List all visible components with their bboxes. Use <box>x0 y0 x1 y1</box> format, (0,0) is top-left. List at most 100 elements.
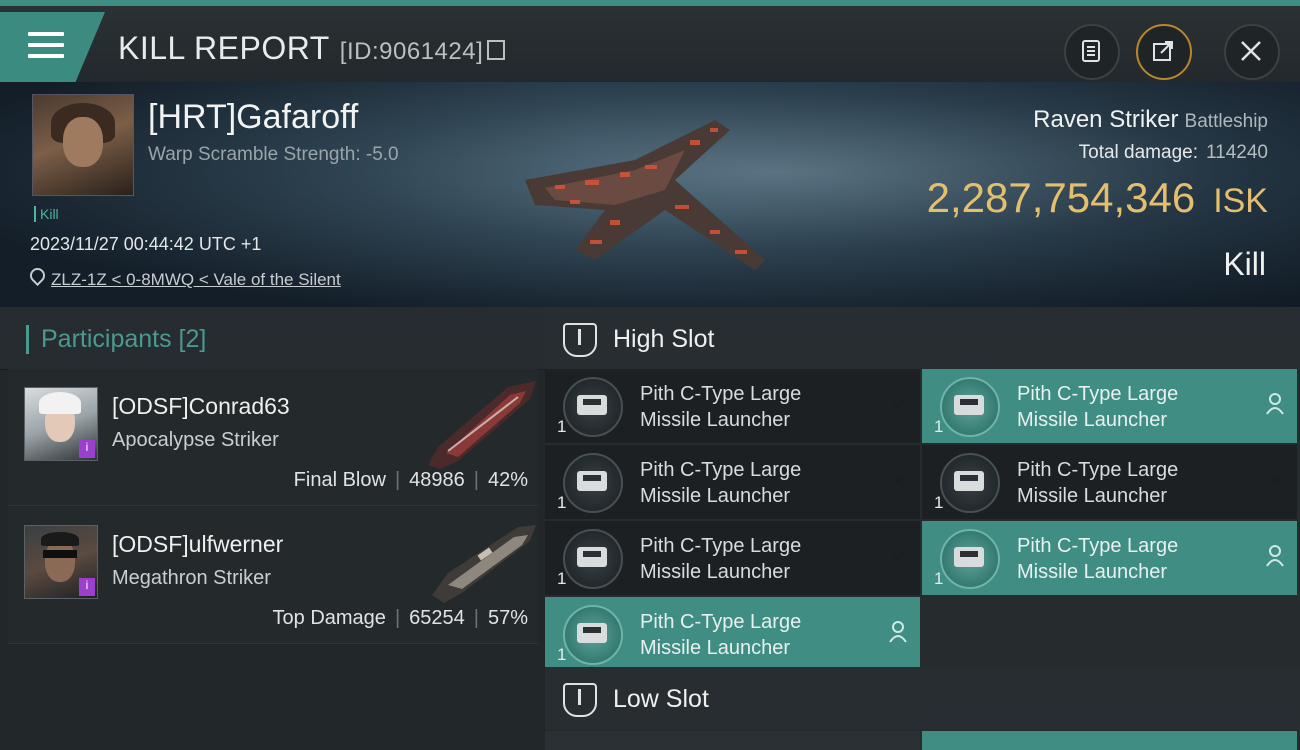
kill-datetime: 2023/11/27 00:44:42 UTC +1 <box>30 234 262 254</box>
clipboard-button[interactable] <box>1064 24 1120 80</box>
module-quantity: 1 <box>934 493 944 512</box>
module-item[interactable]: 1 Pith C-Type Large Missile Launcher <box>545 597 920 671</box>
location-pin-icon <box>26 264 49 287</box>
share-button[interactable] <box>1136 24 1192 80</box>
module-name: Pith C-Type Large Missile Launcher <box>640 611 802 659</box>
isk-value: 2,287,754,346 ISK <box>927 174 1268 222</box>
module-quantity: 1 <box>557 569 567 588</box>
module-item[interactable]: 1 Pith C-Type Large Missile Launcher ✕ <box>545 445 920 519</box>
close-icon <box>1241 41 1261 61</box>
isk-unit: ISK <box>1213 182 1268 220</box>
participant-percent: 42% <box>487 469 528 491</box>
participant-role: Final Blow <box>293 469 386 491</box>
participants-title: Participants [2] <box>26 325 206 354</box>
destroyed-icon: ✕ <box>889 469 908 494</box>
module-name: Pith C-Type Large Missile Launcher <box>1017 535 1179 583</box>
module-item[interactable]: 1 Pith C-Type Large Missile Launcher <box>922 521 1297 595</box>
participant-avatar[interactable]: i <box>24 387 98 461</box>
participant-percent: 57% <box>487 607 528 629</box>
victim-ship-class: Battleship <box>1184 111 1268 132</box>
share-icon <box>1153 41 1173 61</box>
header-bar: KILL REPORT [ID:9061424] <box>0 0 1300 88</box>
low-slot-label: Low Slot <box>613 685 709 713</box>
participants-header: Participants [2] <box>0 307 545 370</box>
module-quantity: 1 <box>934 417 944 436</box>
isk-amount: 2,287,754,346 <box>926 174 1196 221</box>
info-badge-icon[interactable]: i <box>79 578 95 596</box>
fitting-panel: High Slot 1 Pith C-Type Large Missile Lau… <box>545 307 1300 750</box>
warp-scramble-strength: Warp Scramble Strength: -5.0 <box>148 144 399 165</box>
module-quantity: 1 <box>557 417 567 436</box>
participant-stats: Final Blow | 48986 | 42% <box>293 469 528 491</box>
missile-launcher-icon <box>563 377 623 437</box>
title-text: KILL REPORT <box>118 30 330 66</box>
high-slot-icon <box>563 323 597 357</box>
victim-panel: [HRT]Gafaroff Warp Scramble Strength: -5… <box>0 82 1300 307</box>
module-name: Pith C-Type Large Missile Launcher <box>640 535 802 583</box>
close-button[interactable] <box>1224 24 1280 80</box>
participant-ship-image <box>428 381 536 469</box>
module-name: Pith C-Type Large Missile Launcher <box>1017 383 1179 431</box>
dropped-person-icon <box>1265 393 1285 421</box>
destroyed-icon: ✕ <box>889 545 908 570</box>
low-slot-module-peek[interactable] <box>545 731 920 750</box>
participants-panel: Participants [2] i [ODSF]Conrad63 Apocal… <box>0 307 545 750</box>
module-item[interactable]: 1 Pith C-Type Large Missile Launcher ✕ <box>922 445 1297 519</box>
module-name: Pith C-Type Large Missile Launcher <box>640 459 802 507</box>
clipboard-icon <box>1082 40 1100 62</box>
total-damage-value: 114240 <box>1206 142 1268 163</box>
total-damage-label: Total damage: <box>1078 142 1198 163</box>
module-name: Pith C-Type Large Missile Launcher <box>640 383 802 431</box>
victim-ship-image <box>525 120 765 270</box>
info-badge-icon[interactable]: i <box>79 440 95 458</box>
module-item[interactable]: 1 Pith C-Type Large Missile Launcher ✕ <box>545 369 920 443</box>
victim-avatar[interactable] <box>32 94 134 196</box>
dropped-person-icon <box>1265 545 1285 573</box>
kill-tag: Kill <box>34 206 59 222</box>
participant-damage: 48986 <box>409 469 465 491</box>
report-id: [ID:9061424] <box>339 38 484 65</box>
total-damage: Total damage: 114240 <box>1079 142 1268 164</box>
participant-name[interactable]: [ODSF]ulfwerner <box>112 531 283 558</box>
missile-launcher-icon <box>940 529 1000 589</box>
kill-location[interactable]: ZLZ-1Z < 0-8MWQ < Vale of the Silent <box>26 264 341 290</box>
copy-icon[interactable] <box>487 40 506 60</box>
participant-name[interactable]: [ODSF]Conrad63 <box>112 393 290 420</box>
missile-launcher-icon <box>563 453 623 513</box>
missile-launcher-icon <box>940 453 1000 513</box>
module-item[interactable]: 1 Pith C-Type Large Missile Launcher ✕ <box>545 521 920 595</box>
menu-button[interactable] <box>0 12 105 82</box>
module-quantity: 1 <box>557 645 567 664</box>
destroyed-icon: ✕ <box>889 393 908 418</box>
participant-ship: Megathron Striker <box>112 567 271 589</box>
participant-damage: 65254 <box>409 607 465 629</box>
location-link[interactable]: ZLZ-1Z < 0-8MWQ < Vale of the Silent <box>51 270 341 289</box>
participant-stats: Top Damage | 65254 | 57% <box>272 607 528 629</box>
page-title: KILL REPORT [ID:9061424] <box>118 30 506 67</box>
participant-row[interactable]: i [ODSF]Conrad63 Apocalypse Striker Fina… <box>8 369 538 506</box>
hamburger-icon <box>28 32 64 65</box>
module-quantity: 1 <box>934 569 944 588</box>
missile-launcher-icon <box>940 377 1000 437</box>
high-slot-header: High Slot <box>545 307 1300 369</box>
module-quantity: 1 <box>557 493 567 512</box>
participant-ship: Apocalypse Striker <box>112 429 279 451</box>
missile-launcher-icon <box>563 529 623 589</box>
low-slot-header: Low Slot <box>545 667 1300 729</box>
victim-ship: Raven Striker Battleship <box>1033 106 1268 134</box>
participant-ship-image <box>432 525 536 603</box>
dropped-person-icon <box>888 621 908 649</box>
module-name: Pith C-Type Large Missile Launcher <box>1017 459 1179 507</box>
low-slot-module-peek[interactable] <box>922 731 1297 750</box>
missile-launcher-icon <box>563 605 623 665</box>
victim-ship-name[interactable]: Raven Striker <box>1033 106 1178 133</box>
kill-result: Kill <box>1223 246 1266 282</box>
high-slot-label: High Slot <box>613 325 715 353</box>
participant-row[interactable]: i [ODSF]ulfwerner Megathron Striker Top … <box>8 507 538 644</box>
participant-avatar[interactable]: i <box>24 525 98 599</box>
low-slot-icon <box>563 683 597 717</box>
victim-name[interactable]: [HRT]Gafaroff <box>148 98 358 137</box>
destroyed-icon: ✕ <box>1266 469 1285 494</box>
module-item[interactable]: 1 Pith C-Type Large Missile Launcher <box>922 369 1297 443</box>
participant-role: Top Damage <box>272 607 386 629</box>
